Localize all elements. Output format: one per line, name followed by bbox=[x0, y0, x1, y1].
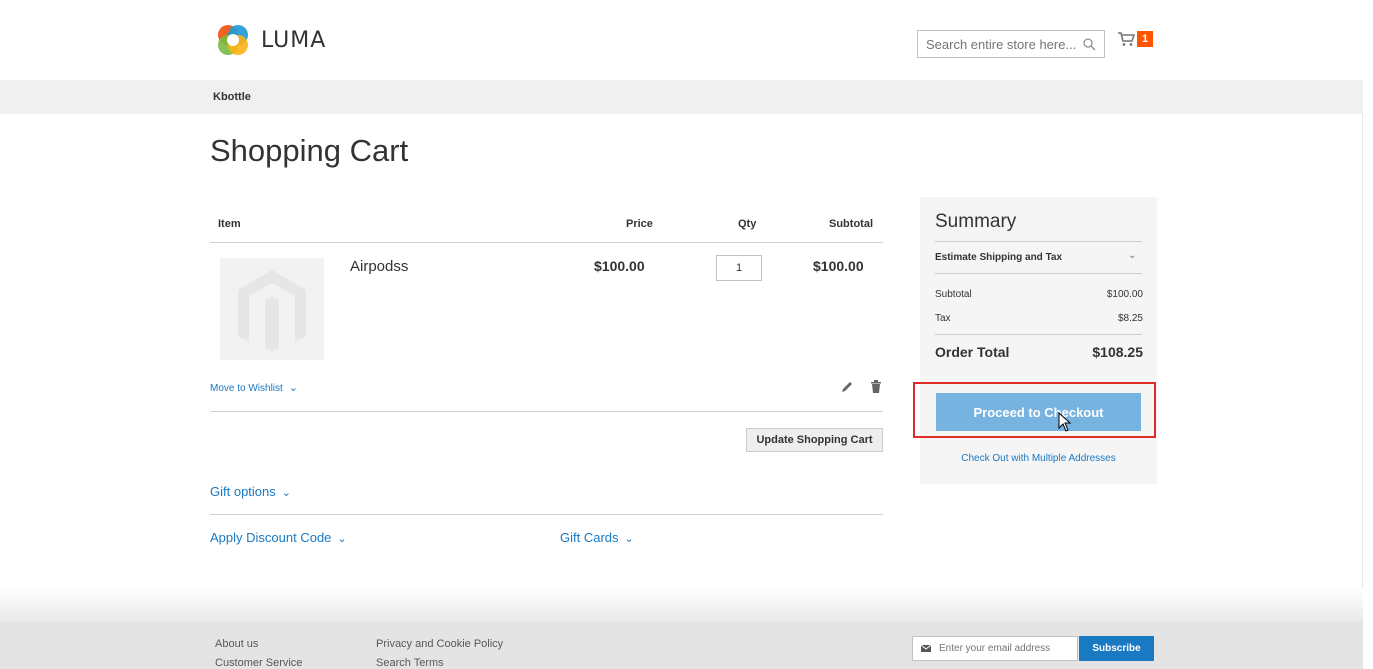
footer-link-about[interactable]: About us bbox=[215, 638, 258, 650]
scrollbar-track[interactable] bbox=[1362, 0, 1373, 669]
newsletter-box[interactable] bbox=[912, 636, 1078, 661]
store-logo[interactable]: LUMA bbox=[215, 22, 326, 58]
luma-logo-icon bbox=[218, 25, 248, 55]
newsletter-email-input[interactable] bbox=[935, 642, 1071, 655]
gift-cards-label: Gift Cards bbox=[560, 530, 619, 545]
main-navigation: Kbottle bbox=[0, 80, 1363, 114]
edit-icon[interactable] bbox=[840, 380, 854, 394]
column-header-item: Item bbox=[218, 218, 241, 230]
proceed-to-checkout-button[interactable]: Proceed to Checkout bbox=[936, 393, 1141, 431]
tax-label: Tax bbox=[935, 313, 951, 324]
cart-summary: Summary Estimate Shipping and Tax ⌄ Subt… bbox=[920, 197, 1157, 484]
product-name[interactable]: Airpodss bbox=[350, 258, 408, 275]
item-price: $100.00 bbox=[594, 258, 645, 274]
summary-divider bbox=[935, 241, 1142, 242]
envelope-icon bbox=[920, 644, 932, 652]
tax-value: $8.25 bbox=[1117, 313, 1143, 324]
qty-input[interactable] bbox=[716, 255, 762, 281]
footer-fade bbox=[0, 588, 1363, 624]
gift-cards-toggle[interactable]: Gift Cards ⌄ bbox=[560, 530, 634, 545]
column-header-qty: Qty bbox=[738, 218, 757, 230]
logo-text: LUMA bbox=[261, 27, 327, 53]
section-divider bbox=[210, 514, 883, 515]
subscribe-button[interactable]: Subscribe bbox=[1079, 636, 1154, 661]
item-subtotal: $100.00 bbox=[813, 258, 864, 274]
footer-link-customer-service[interactable]: Customer Service bbox=[215, 657, 302, 669]
cart-counter: 1 bbox=[1137, 31, 1154, 47]
chevron-down-icon: ⌄ bbox=[288, 382, 299, 394]
summary-divider bbox=[935, 273, 1142, 274]
chevron-down-icon: ⌄ bbox=[624, 533, 634, 545]
gift-options-toggle[interactable]: Gift options ⌄ bbox=[210, 484, 291, 499]
minicart[interactable]: 1 bbox=[1117, 31, 1154, 47]
gift-options-label: Gift options bbox=[210, 484, 276, 499]
order-total-value: $108.25 bbox=[1092, 344, 1143, 360]
row-divider bbox=[210, 411, 883, 412]
subtotal-value: $100.00 bbox=[1106, 289, 1143, 300]
summary-title: Summary bbox=[935, 211, 1017, 232]
site-header: LUMA 1 bbox=[0, 0, 1363, 80]
footer-link-privacy[interactable]: Privacy and Cookie Policy bbox=[376, 638, 503, 650]
summary-divider bbox=[935, 334, 1142, 335]
search-box[interactable] bbox=[917, 30, 1105, 58]
mouse-pointer-icon bbox=[1058, 412, 1072, 432]
order-total-label: Order Total bbox=[935, 344, 1010, 360]
page-title: Shopping Cart bbox=[210, 133, 409, 168]
checkout-multiple-addresses-link[interactable]: Check Out with Multiple Addresses bbox=[920, 453, 1157, 464]
search-icon[interactable] bbox=[1082, 37, 1096, 51]
page-footer bbox=[0, 622, 1363, 669]
footer-link-search-terms[interactable]: Search Terms bbox=[376, 657, 444, 669]
update-shopping-cart-button[interactable]: Update Shopping Cart bbox=[746, 428, 883, 452]
chevron-down-icon: ⌄ bbox=[281, 487, 291, 499]
subtotal-label: Subtotal bbox=[935, 289, 972, 300]
delete-icon[interactable] bbox=[870, 380, 882, 394]
move-to-wishlist-link[interactable]: Move to Wishlist ⌄ bbox=[210, 381, 298, 394]
cart-icon[interactable] bbox=[1117, 31, 1135, 47]
apply-discount-toggle[interactable]: Apply Discount Code ⌄ bbox=[210, 530, 347, 545]
column-header-price: Price bbox=[626, 218, 653, 230]
apply-discount-label: Apply Discount Code bbox=[210, 530, 332, 545]
product-placeholder-icon bbox=[238, 270, 306, 352]
estimate-shipping-toggle[interactable]: Estimate Shipping and Tax bbox=[935, 252, 1062, 263]
table-divider bbox=[210, 242, 883, 243]
move-to-wishlist-label: Move to Wishlist bbox=[210, 383, 283, 394]
chevron-down-icon[interactable]: ⌄ bbox=[1128, 250, 1136, 261]
chevron-down-icon: ⌄ bbox=[337, 533, 347, 545]
search-input[interactable] bbox=[918, 36, 1076, 52]
product-image[interactable] bbox=[220, 258, 324, 360]
column-header-subtotal: Subtotal bbox=[829, 218, 873, 230]
nav-item-kbottle[interactable]: Kbottle bbox=[213, 91, 251, 103]
